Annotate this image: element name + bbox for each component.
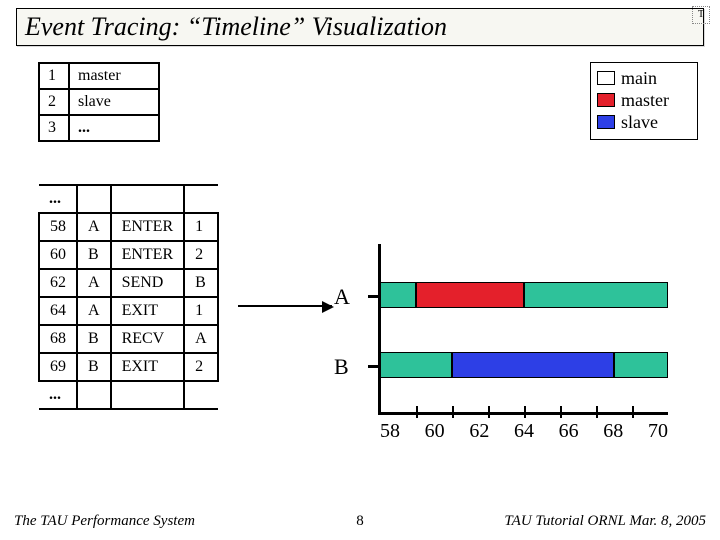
legend-label: slave (621, 111, 658, 133)
x-tick-label: 62 (469, 420, 489, 443)
table-row: 2 slave (39, 89, 159, 115)
chart-segment (452, 352, 614, 378)
x-tick-label: 60 (425, 420, 445, 443)
name-idx: 2 (39, 89, 69, 115)
x-tick (632, 406, 634, 418)
x-tick (524, 406, 526, 418)
swatch-icon (597, 115, 615, 129)
x-tick (560, 406, 562, 418)
table-gap: ... (39, 185, 218, 213)
chart-row-label: B (334, 354, 349, 380)
trace-table: ... 58AENTER1 60BENTER2 62ASENDB 64AEXIT… (38, 184, 219, 410)
chart-segment (524, 282, 668, 308)
table-row: 58AENTER1 (39, 213, 218, 241)
x-tick-labels: 58 60 62 64 66 68 70 (380, 420, 668, 443)
slide-title: Event Tracing: “Timeline” Visualization (16, 8, 704, 46)
arrow-icon (238, 305, 332, 307)
x-tick-label: 68 (603, 420, 623, 443)
name-table: 1 master 2 slave 3 ... (38, 62, 160, 142)
table-row: 69BEXIT2 (39, 353, 218, 381)
x-tick-label: 58 (380, 420, 400, 443)
swatch-icon (597, 93, 615, 107)
legend-item: master (597, 89, 691, 111)
table-row: 1 master (39, 63, 159, 89)
legend-label: main (621, 67, 657, 89)
chart-segment (416, 282, 524, 308)
x-tick (488, 406, 490, 418)
name-label: master (69, 63, 159, 89)
name-idx: 3 (39, 115, 69, 141)
table-gap: ... (39, 381, 218, 409)
badge-icon: T (692, 6, 710, 24)
footer-right: TAU Tutorial ORNL Mar. 8, 2005 (504, 513, 706, 530)
x-tick-label: 70 (648, 420, 668, 443)
timeline-chart: A B 58 60 62 64 66 68 70 (328, 244, 688, 444)
legend-label: master (621, 89, 669, 111)
chart-segment (614, 352, 668, 378)
legend-item: main (597, 67, 691, 89)
x-ticks (380, 406, 668, 418)
x-tick (416, 406, 418, 418)
swatch-icon (597, 71, 615, 85)
legend-item: slave (597, 111, 691, 133)
table-row: 64AEXIT1 (39, 297, 218, 325)
x-tick (452, 406, 454, 418)
legend: main master slave (590, 62, 698, 140)
table-row: 62ASENDB (39, 269, 218, 297)
x-tick-label: 64 (514, 420, 534, 443)
y-axis (378, 244, 381, 414)
table-row: 68BRECVA (39, 325, 218, 353)
table-row: 3 ... (39, 115, 159, 141)
name-label: slave (69, 89, 159, 115)
dots: ... (39, 381, 77, 409)
x-tick-label: 66 (559, 420, 579, 443)
dots: ... (39, 185, 77, 213)
name-idx: 1 (39, 63, 69, 89)
chart-segment (380, 282, 416, 308)
table-row: 60BENTER2 (39, 241, 218, 269)
x-tick (596, 406, 598, 418)
chart-row-label: A (334, 284, 350, 310)
name-label: ... (69, 115, 159, 141)
chart-segment (380, 352, 452, 378)
